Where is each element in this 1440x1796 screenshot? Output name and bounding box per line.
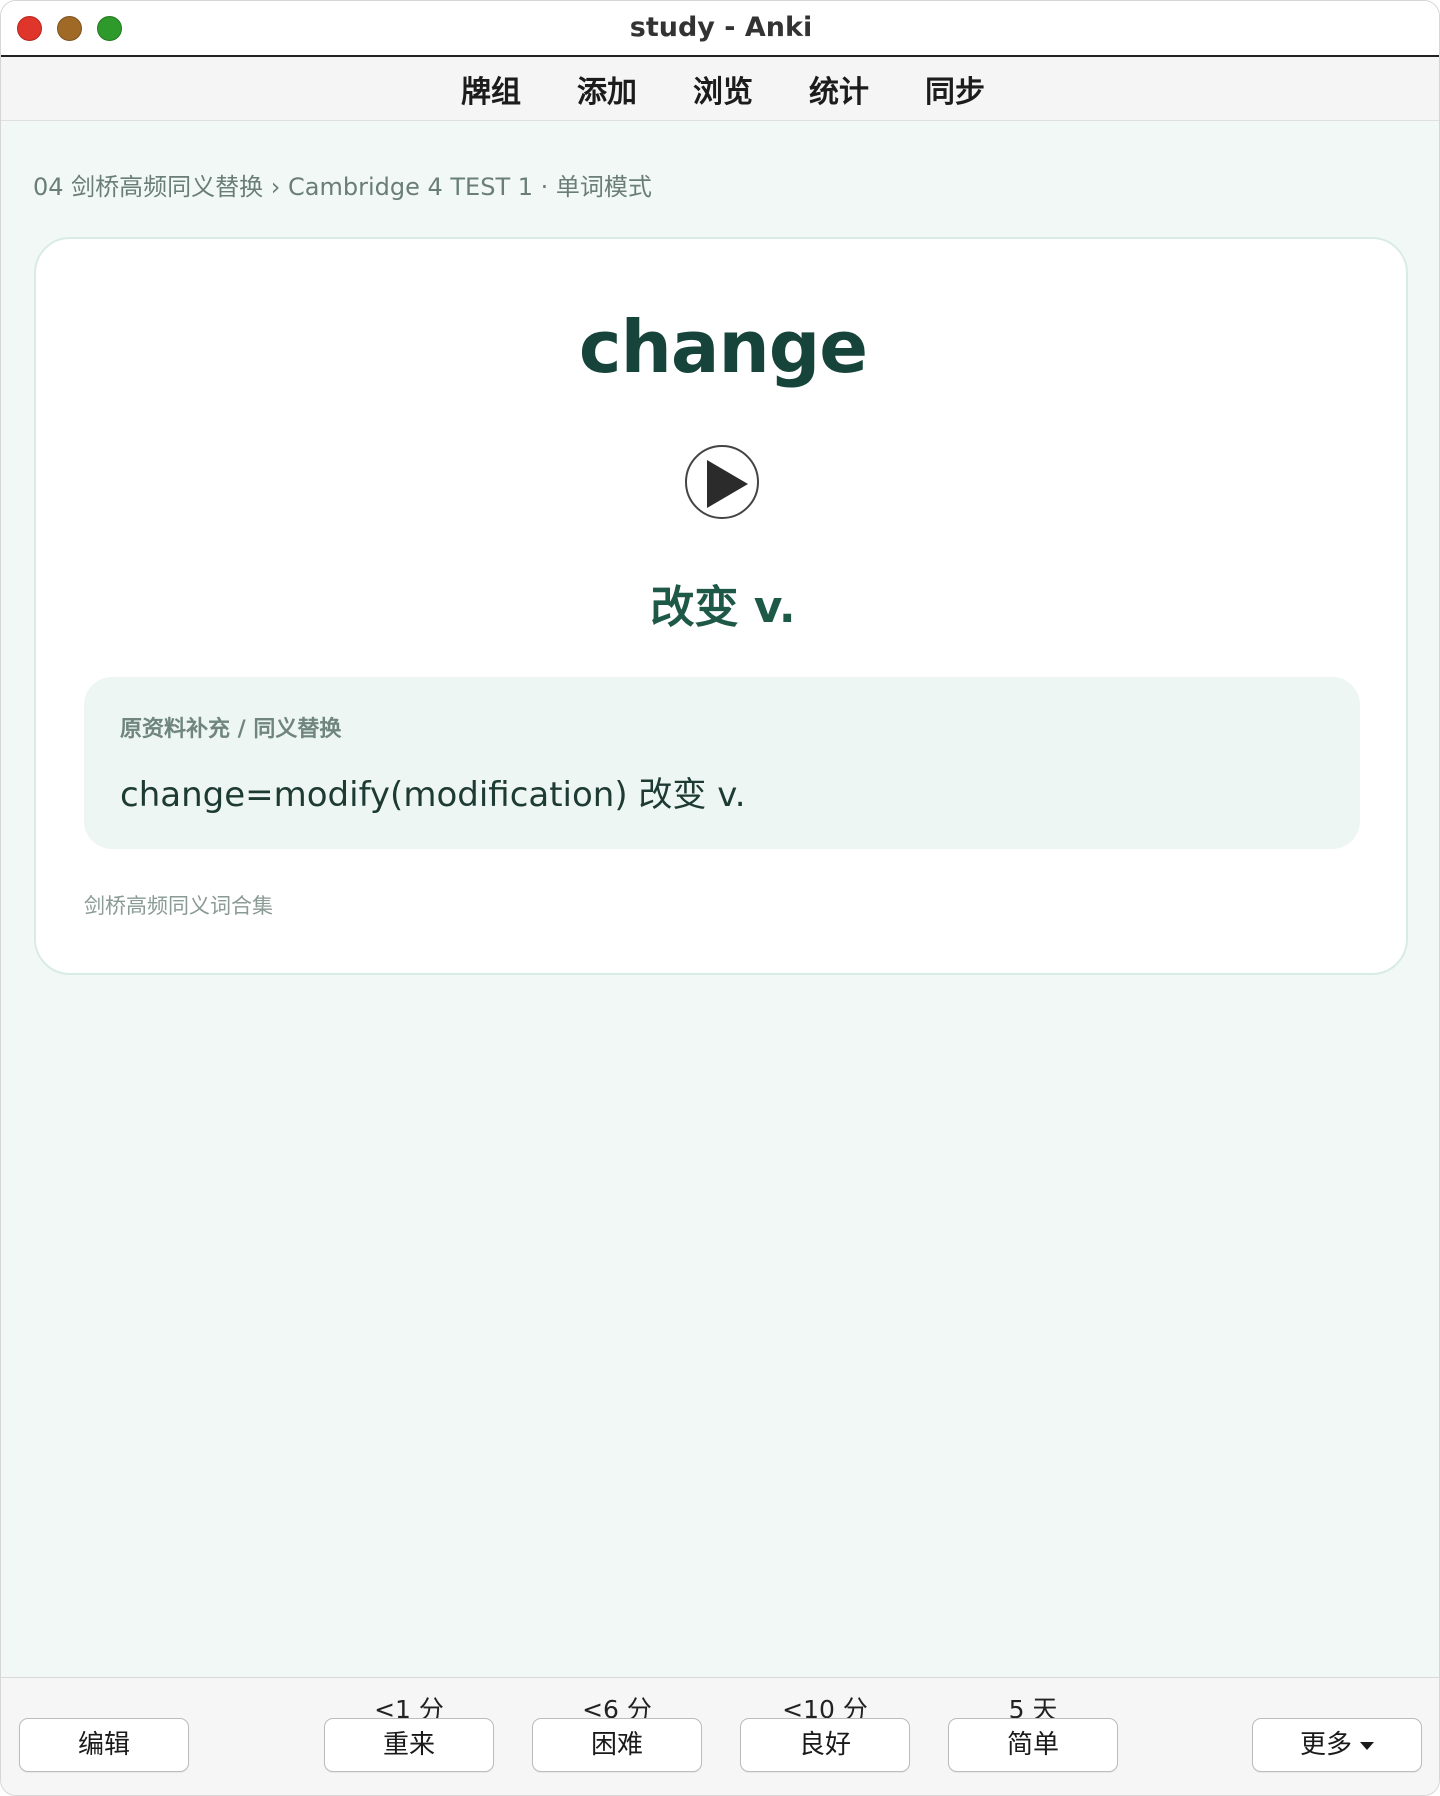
edit-button[interactable]: 编辑 xyxy=(19,1718,189,1772)
toolbar-add[interactable]: 添加 xyxy=(577,67,637,111)
play-audio-icon xyxy=(707,460,748,508)
toolbar-decks[interactable]: 牌组 xyxy=(461,67,521,111)
more-button[interactable]: 更多 xyxy=(1252,1718,1422,1772)
toolbar-browse[interactable]: 浏览 xyxy=(693,67,753,111)
easy-button[interactable]: 简单 xyxy=(948,1718,1118,1772)
card-source: 剑桥高频同义词合集 xyxy=(84,894,273,918)
again-button[interactable]: 重来 xyxy=(324,1718,494,1772)
play-audio-button[interactable] xyxy=(685,445,759,519)
note-label: 原资料补充 / 同义替换 xyxy=(120,717,342,742)
toolbar-sync[interactable]: 同步 xyxy=(925,67,985,111)
window-title: study - Anki xyxy=(629,12,813,43)
title-bar[interactable]: study - Anki xyxy=(1,1,1439,57)
toolbar-stats[interactable]: 统计 xyxy=(809,67,869,111)
flashcard: change 改变 v. 原资料补充 / 同义替换 change=modify(… xyxy=(34,237,1408,975)
card-meaning: 改变 v. xyxy=(650,582,796,633)
hard-button[interactable]: 困难 xyxy=(532,1718,702,1772)
note-text: change=modify(modification) 改变 v. xyxy=(120,775,746,815)
anki-window: study - Anki 牌组 添加 浏览 统计 同步 04 剑桥高频同义替换 … xyxy=(0,0,1440,1796)
caret-down-icon xyxy=(1360,1741,1374,1750)
answer-bar: 编辑 <1 分 重来 <6 分 困难 <10 分 良好 5 天 简单 更多 xyxy=(1,1677,1439,1795)
deck-breadcrumb: 04 剑桥高频同义替换 › Cambridge 4 TEST 1 · 单词模式 xyxy=(33,173,652,201)
card-word: change xyxy=(578,305,868,389)
main-toolbar: 牌组 添加 浏览 统计 同步 xyxy=(1,57,1439,121)
good-button[interactable]: 良好 xyxy=(740,1718,910,1772)
more-label: 更多 xyxy=(1299,1730,1352,1760)
synonym-note-box: 原资料补充 / 同义替换 change=modify(modification)… xyxy=(84,677,1360,849)
